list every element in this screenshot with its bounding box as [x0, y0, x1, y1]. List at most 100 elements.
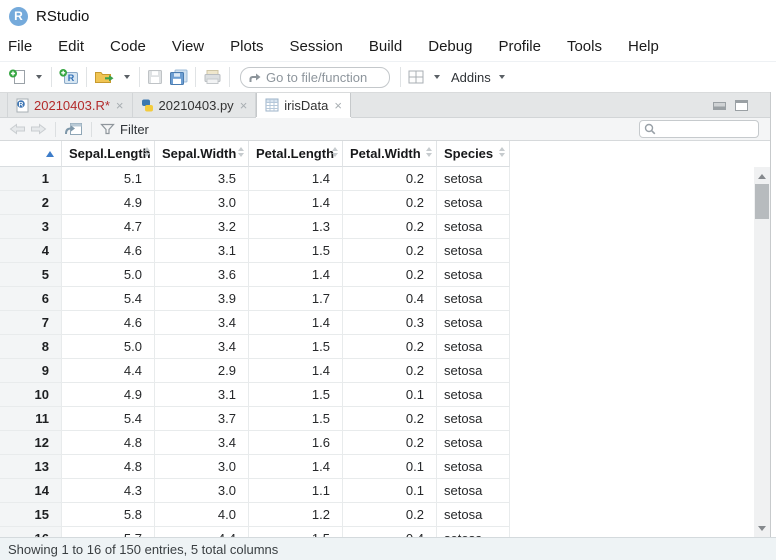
cell-sepal-length: 4.9	[62, 383, 155, 407]
cell-petal-width: 0.3	[343, 311, 437, 335]
print-icon	[203, 69, 222, 85]
new-file-button[interactable]	[5, 65, 30, 89]
cell-sepal-width: 2.9	[155, 359, 249, 383]
panes-layout-dropdown[interactable]	[428, 65, 445, 89]
tab-20210403-r[interactable]: R 20210403.R* ×	[7, 93, 133, 117]
open-file-button[interactable]	[91, 65, 118, 89]
cell-sepal-width: 3.4	[155, 431, 249, 455]
menu-item-session[interactable]: Session	[277, 32, 356, 61]
goto-file-function-box[interactable]	[240, 67, 390, 88]
new-project-button[interactable]: R	[56, 65, 82, 89]
title-bar: R RStudio	[0, 0, 776, 32]
cell-sepal-length: 4.8	[62, 455, 155, 479]
cell-petal-length: 1.4	[249, 359, 343, 383]
table-search-input[interactable]	[659, 122, 758, 136]
scroll-up-button[interactable]	[754, 169, 770, 183]
cell-petal-length: 1.5	[249, 335, 343, 359]
cell-species: setosa	[437, 431, 510, 455]
tab-20210403-py[interactable]: 20210403.py ×	[133, 93, 257, 117]
close-icon[interactable]: ×	[116, 98, 124, 113]
scrollbar-thumb[interactable]	[755, 184, 769, 219]
table-row: 115.43.71.50.2setosa	[0, 407, 770, 431]
addins-button[interactable]: Addins	[451, 70, 491, 85]
back-button[interactable]	[7, 123, 28, 135]
search-icon	[644, 123, 656, 135]
cell-petal-width: 0.1	[343, 479, 437, 503]
cell-petal-length: 1.4	[249, 167, 343, 191]
cell-species: setosa	[437, 455, 510, 479]
cell-sepal-length: 4.8	[62, 431, 155, 455]
sort-toggle-icon	[332, 147, 338, 157]
cell-sepal-width: 3.4	[155, 311, 249, 335]
cell-petal-length: 1.3	[249, 215, 343, 239]
cell-sepal-length: 5.0	[62, 263, 155, 287]
print-button[interactable]	[200, 65, 225, 89]
cell-species: setosa	[437, 191, 510, 215]
column-header-petal-length[interactable]: Petal.Length	[249, 141, 343, 167]
maximize-pane-icon[interactable]	[735, 100, 748, 111]
menu-item-profile[interactable]: Profile	[485, 32, 554, 61]
cell-petal-width: 0.2	[343, 167, 437, 191]
close-icon[interactable]: ×	[240, 98, 248, 113]
sort-ascending-icon	[46, 151, 54, 157]
cell-species: setosa	[437, 239, 510, 263]
python-file-icon	[141, 99, 154, 112]
forward-arrow-icon	[30, 123, 47, 135]
cell-sepal-length: 4.4	[62, 359, 155, 383]
toolbar-separator	[55, 122, 56, 137]
menu-item-plots[interactable]: Plots	[217, 32, 276, 61]
column-header-sepal-width[interactable]: Sepal.Width	[155, 141, 249, 167]
cell-species: setosa	[437, 479, 510, 503]
new-file-dropdown[interactable]	[30, 65, 47, 89]
menu-item-help[interactable]: Help	[615, 32, 672, 61]
save-all-button[interactable]	[166, 65, 191, 89]
triangle-up-icon	[758, 174, 766, 179]
menu-item-build[interactable]: Build	[356, 32, 415, 61]
row-number: 1	[0, 167, 62, 191]
panes-layout-button[interactable]	[405, 65, 428, 89]
table-row: 55.03.61.40.2setosa	[0, 263, 770, 287]
table-search-box[interactable]	[639, 120, 759, 138]
cell-sepal-width: 3.6	[155, 263, 249, 287]
save-button[interactable]	[144, 65, 166, 89]
cell-species: setosa	[437, 359, 510, 383]
row-number-header[interactable]	[0, 141, 62, 167]
data-table: Sepal.Length Sepal.Width Petal.Length Pe…	[0, 141, 770, 537]
cell-petal-length: 1.5	[249, 239, 343, 263]
table-row: 94.42.91.40.2setosa	[0, 359, 770, 383]
tab-irisdata[interactable]: irisData ×	[256, 93, 351, 117]
column-header-sepal-length[interactable]: Sepal.Length	[62, 141, 155, 167]
column-header-species[interactable]: Species	[437, 141, 510, 167]
cell-petal-length: 1.6	[249, 431, 343, 455]
menu-item-code[interactable]: Code	[97, 32, 159, 61]
menu-item-debug[interactable]: Debug	[415, 32, 485, 61]
vertical-scrollbar[interactable]	[754, 167, 770, 537]
scroll-down-button[interactable]	[754, 521, 770, 535]
cell-sepal-width: 3.9	[155, 287, 249, 311]
chevron-down-icon	[36, 75, 42, 79]
goto-arrow-icon	[248, 72, 261, 83]
forward-button[interactable]	[28, 123, 49, 135]
column-header-petal-width[interactable]: Petal.Width	[343, 141, 437, 167]
toolbar-separator	[195, 67, 196, 87]
menu-item-edit[interactable]: Edit	[45, 32, 97, 61]
show-in-new-window-button[interactable]	[62, 122, 85, 136]
minimize-pane-icon[interactable]	[713, 100, 726, 110]
menu-item-file[interactable]: File	[0, 32, 45, 61]
cell-sepal-length: 4.3	[62, 479, 155, 503]
menu-item-tools[interactable]: Tools	[554, 32, 615, 61]
open-file-dropdown[interactable]	[118, 65, 135, 89]
goto-file-function-input[interactable]	[266, 70, 389, 85]
triangle-down-icon	[758, 526, 766, 531]
row-number: 10	[0, 383, 62, 407]
close-icon[interactable]: ×	[334, 98, 342, 113]
svg-text:R: R	[68, 73, 75, 83]
sort-toggle-icon	[499, 147, 505, 157]
filter-button[interactable]: Filter	[98, 122, 151, 137]
addins-dropdown[interactable]	[493, 65, 510, 89]
cell-species: setosa	[437, 287, 510, 311]
row-number: 4	[0, 239, 62, 263]
menu-item-view[interactable]: View	[159, 32, 217, 61]
tab-label: irisData	[284, 98, 328, 113]
row-number: 9	[0, 359, 62, 383]
